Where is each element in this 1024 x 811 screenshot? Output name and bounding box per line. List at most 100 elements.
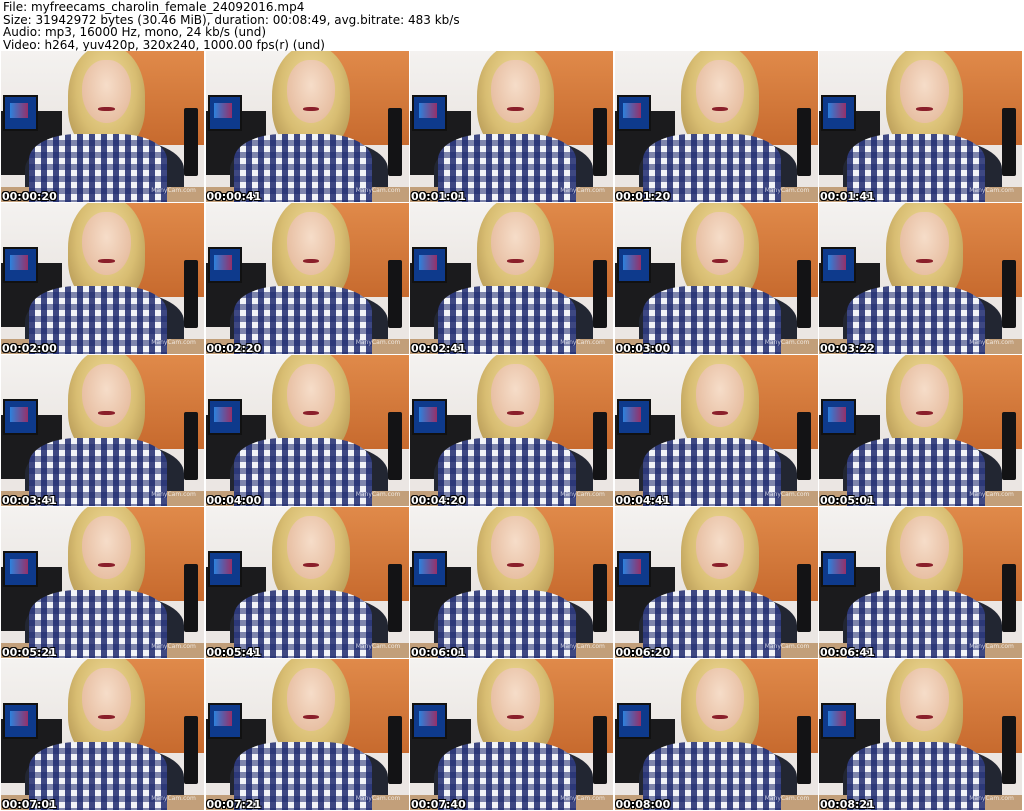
monitor-screen: [412, 702, 447, 740]
speaker: [592, 412, 607, 481]
thumbnail-timestamp: 00:02:20: [206, 342, 262, 354]
monitor-screen: [3, 550, 38, 588]
video-thumbnail: ManyCam.com 00:00:20: [1, 51, 204, 202]
monitor-screen: [821, 702, 856, 740]
thumbnail-timestamp: 00:02:41: [411, 342, 466, 354]
speaker: [592, 260, 607, 329]
speaker: [388, 716, 403, 785]
person-face: [900, 60, 949, 124]
speaker: [592, 716, 607, 785]
watermark-logo: ManyCam.com: [560, 643, 605, 651]
watermark-logo: ManyCam.com: [151, 795, 196, 803]
speaker: [797, 412, 812, 481]
monitor-screen: [3, 398, 38, 436]
speaker: [183, 412, 198, 481]
monitor-screen: [412, 94, 447, 132]
thumbnail-timestamp: 00:01:01: [411, 190, 466, 202]
watermark-logo: ManyCam.com: [969, 187, 1014, 195]
thumbnail-grid: ManyCam.com 00:00:20 ManyCam.com 00:00:41 Ma…: [1, 51, 1023, 810]
thumbnail-timestamp: 00:00:20: [2, 190, 57, 202]
video-thumbnail: ManyCam.com 00:05:01: [819, 355, 1022, 506]
watermark-logo: ManyCam.com: [969, 491, 1014, 499]
speaker: [388, 260, 403, 329]
video-thumbnail: ManyCam.com 00:01:01: [410, 51, 613, 202]
video-thumbnail: ManyCam.com 00:07:21: [205, 659, 409, 810]
person-face: [82, 364, 131, 428]
monitor-screen: [3, 246, 38, 284]
watermark-logo: ManyCam.com: [560, 187, 605, 195]
speaker: [183, 564, 198, 633]
person-face: [82, 60, 131, 124]
monitor-screen: [616, 702, 652, 740]
speaker: [1001, 716, 1016, 785]
person-face: [900, 516, 949, 580]
person-face: [900, 364, 949, 428]
monitor-screen: [821, 94, 856, 132]
thumbnail-timestamp: 00:05:41: [206, 646, 262, 658]
watermark-logo: ManyCam.com: [355, 187, 401, 195]
monitor-screen: [3, 702, 38, 740]
video-thumbnail: ManyCam.com 00:00:41: [205, 51, 409, 202]
person-face: [491, 668, 540, 732]
monitor-screen: [821, 398, 856, 436]
thumbnail-timestamp: 00:01:41: [820, 190, 875, 202]
thumbnail-timestamp: 00:05:01: [820, 494, 875, 506]
person-face: [82, 212, 131, 276]
speaker: [1001, 412, 1016, 481]
speaker: [797, 108, 812, 177]
person-face: [491, 212, 540, 276]
speaker: [1001, 564, 1016, 633]
speaker: [183, 108, 198, 177]
watermark-logo: ManyCam.com: [151, 187, 196, 195]
monitor-screen: [207, 702, 243, 740]
watermark-logo: ManyCam.com: [764, 795, 810, 803]
video-thumbnail: ManyCam.com 00:01:20: [614, 51, 818, 202]
person-face: [82, 516, 131, 580]
watermark-logo: ManyCam.com: [560, 795, 605, 803]
video-thumbnail: ManyCam.com 00:05:21: [1, 507, 204, 658]
watermark-logo: ManyCam.com: [151, 339, 196, 347]
speaker: [797, 564, 812, 633]
watermark-logo: ManyCam.com: [969, 339, 1014, 347]
video-thumbnail: ManyCam.com 00:03:41: [1, 355, 204, 506]
video-thumbnail: ManyCam.com 00:04:41: [614, 355, 818, 506]
person-face: [491, 364, 540, 428]
watermark-logo: ManyCam.com: [560, 491, 605, 499]
file-info-header: File: myfreecams_charolin_female_2409201…: [3, 1, 1003, 51]
speaker: [1001, 260, 1016, 329]
thumbnail-timestamp: 00:03:22: [820, 342, 875, 354]
person-face: [82, 668, 131, 732]
thumbnail-timestamp: 00:02:00: [2, 342, 57, 354]
thumbnail-timestamp: 00:05:21: [2, 646, 57, 658]
video-thumbnail: ManyCam.com 00:04:20: [410, 355, 613, 506]
video-thumbnail: ManyCam.com 00:04:00: [205, 355, 409, 506]
monitor-screen: [616, 94, 652, 132]
monitor-screen: [821, 550, 856, 588]
speaker: [183, 716, 198, 785]
speaker: [388, 108, 403, 177]
audio-info-line: Audio: mp3, 16000 Hz, mono, 24 kb/s (und…: [3, 25, 267, 39]
watermark-logo: ManyCam.com: [764, 491, 810, 499]
video-thumbnail: ManyCam.com 00:06:20: [614, 507, 818, 658]
monitor-screen: [616, 550, 652, 588]
video-thumbnail: ManyCam.com 00:06:41: [819, 507, 1022, 658]
monitor-screen: [207, 94, 243, 132]
watermark-logo: ManyCam.com: [151, 491, 196, 499]
watermark-logo: ManyCam.com: [355, 339, 401, 347]
thumbnail-timestamp: 00:03:00: [615, 342, 671, 354]
watermark-logo: ManyCam.com: [969, 795, 1014, 803]
monitor-screen: [821, 246, 856, 284]
speaker: [1001, 108, 1016, 177]
monitor-screen: [207, 550, 243, 588]
watermark-logo: ManyCam.com: [355, 491, 401, 499]
monitor-screen: [3, 94, 38, 132]
monitor-screen: [412, 550, 447, 588]
thumbnail-timestamp: 00:06:01: [411, 646, 466, 658]
watermark-logo: ManyCam.com: [355, 643, 401, 651]
speaker: [388, 412, 403, 481]
watermark-logo: ManyCam.com: [151, 643, 196, 651]
watermark-logo: ManyCam.com: [969, 643, 1014, 651]
monitor-screen: [412, 398, 447, 436]
thumbnail-timestamp: 00:04:41: [615, 494, 671, 506]
video-thumbnail: ManyCam.com 00:07:01: [1, 659, 204, 810]
